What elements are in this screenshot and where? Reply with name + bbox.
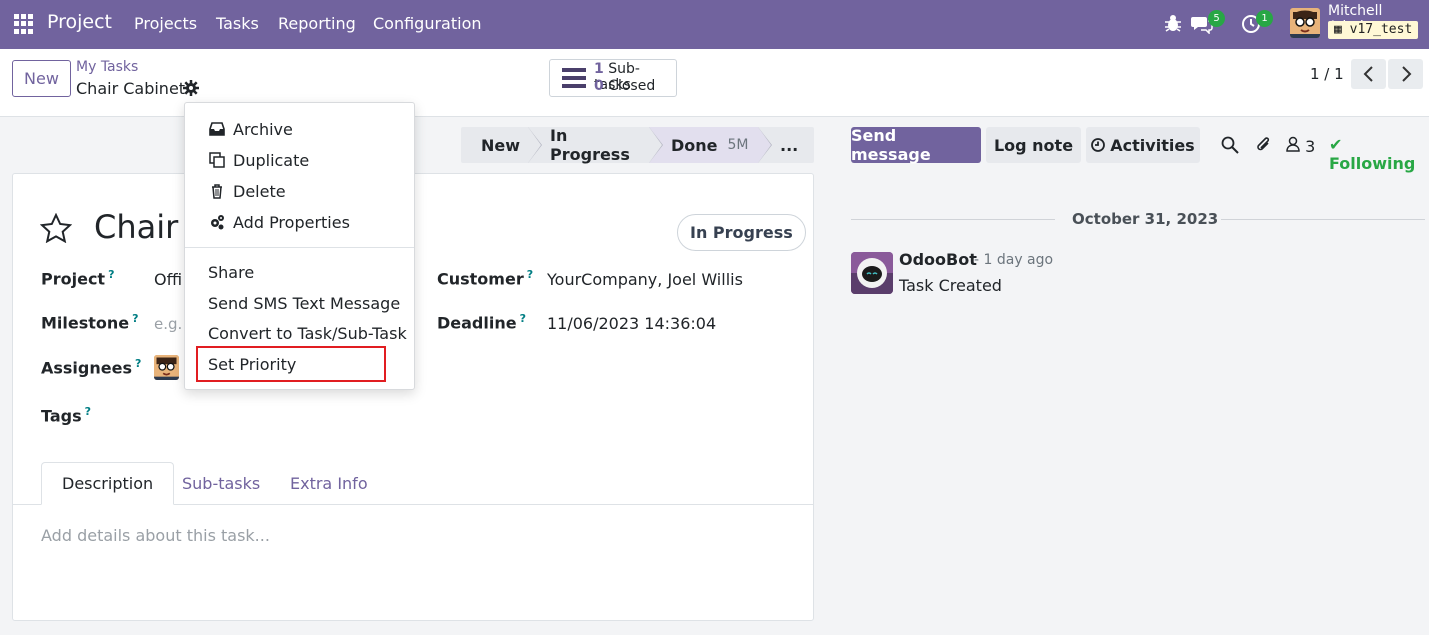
database-icon: ▦ — [1334, 22, 1342, 37]
search-icon[interactable] — [1221, 136, 1239, 154]
stage-new[interactable]: New — [461, 127, 542, 163]
stage-done[interactable]: Done 5M — [649, 127, 772, 163]
paperclip-icon[interactable] — [1255, 136, 1273, 154]
pager-next-button[interactable] — [1388, 59, 1423, 89]
stage-in-progress[interactable]: In Progress — [528, 126, 663, 164]
message-author[interactable]: OdooBot — [899, 250, 977, 269]
tab-extra-info[interactable]: Extra Info — [270, 462, 388, 505]
project-field[interactable]: Offi — [154, 270, 182, 289]
top-navbar: Project Projects Tasks Reporting Configu… — [0, 0, 1429, 49]
message-time: - 1 day ago — [974, 252, 1054, 268]
archive-icon — [209, 122, 225, 136]
menu-projects[interactable]: Projects — [134, 14, 197, 33]
menu-item-label: Convert to Task/Sub-Task — [208, 323, 407, 343]
followers-button[interactable]: 3 — [1286, 136, 1315, 156]
menu-item-delete[interactable]: Delete — [185, 176, 414, 206]
milestone-label: Milestone? — [41, 312, 139, 333]
breadcrumb-my-tasks[interactable]: My Tasks — [76, 59, 138, 75]
activities-label: Activities — [1110, 135, 1195, 155]
apps-grid-icon[interactable] — [14, 14, 34, 34]
trash-icon — [212, 184, 222, 199]
chevron-right-icon — [1401, 66, 1411, 82]
messages-badge: 5 — [1208, 10, 1225, 27]
cogs-icon — [211, 215, 224, 230]
menu-divider — [185, 247, 414, 248]
milestone-field[interactable]: e.g. — [154, 315, 182, 333]
menu-tasks[interactable]: Tasks — [216, 14, 259, 33]
menu-item-share[interactable]: Share — [185, 257, 414, 287]
date-divider-left — [851, 219, 1055, 220]
bug-icon[interactable] — [1162, 12, 1184, 34]
new-button[interactable]: New — [12, 60, 71, 97]
send-message-button[interactable]: Send message — [851, 126, 981, 164]
breadcrumb-current: Chair Cabinet — [76, 79, 186, 98]
activities-badge: 1 — [1256, 10, 1273, 27]
app-brand[interactable]: Project — [47, 11, 112, 33]
stage-duration: 5M — [727, 137, 749, 153]
message-date: October 31, 2023 — [1072, 210, 1219, 228]
assignee-avatar[interactable] — [154, 355, 179, 380]
check-icon: ✔ — [1329, 135, 1343, 154]
clock-icon — [1091, 138, 1106, 152]
highlight-set-priority — [196, 346, 386, 382]
tab-description[interactable]: Description — [41, 462, 175, 505]
gear-icon[interactable] — [183, 80, 199, 96]
menu-item-label: Share — [208, 262, 255, 282]
stage-statusbar: New In Progress Done 5M ... — [461, 126, 814, 164]
tab-sub-tasks[interactable]: Sub-tasks — [162, 462, 280, 505]
description-editor[interactable]: Add details about this task... — [41, 526, 270, 545]
pager-value[interactable]: 1 / 1 — [1310, 65, 1344, 83]
database-badge: ▦ v17_test — [1328, 21, 1419, 39]
menu-item-label: Duplicate — [233, 150, 310, 170]
date-divider-right — [1221, 219, 1425, 220]
assignees-label: Assignees? — [41, 357, 142, 378]
deadline-label: Deadline? — [437, 312, 526, 333]
menu-item-add-properties[interactable]: Add Properties — [185, 207, 414, 237]
tags-label: Tags? — [41, 405, 92, 426]
following-label: Following — [1329, 154, 1416, 173]
menu-reporting[interactable]: Reporting — [278, 14, 356, 33]
deadline-field[interactable]: 11/06/2023 14:36:04 — [547, 314, 716, 333]
odoobot-avatar[interactable] — [851, 252, 893, 294]
copy-icon — [209, 152, 225, 168]
menu-item-send-sms[interactable]: Send SMS Text Message — [185, 288, 414, 318]
menu-item-duplicate[interactable]: Duplicate — [185, 145, 414, 175]
state-selector[interactable]: In Progress — [677, 214, 806, 251]
project-label: Project? — [41, 268, 115, 289]
menu-item-label: Archive — [233, 119, 293, 139]
subtasks-smart-button[interactable]: 1 Sub-tasks 0 Closed — [549, 59, 677, 97]
menu-item-archive[interactable]: Archive — [185, 114, 414, 144]
menu-configuration[interactable]: Configuration — [373, 14, 482, 33]
star-icon[interactable] — [40, 213, 72, 243]
menu-item-label: Delete — [233, 181, 286, 201]
following-button[interactable]: ✔ Following — [1329, 135, 1429, 173]
pager-previous-button[interactable] — [1351, 59, 1386, 89]
customer-field[interactable]: YourCompany, Joel Willis — [547, 270, 743, 289]
customer-label: Customer? — [437, 268, 534, 289]
menu-item-label: Add Properties — [233, 212, 350, 232]
closed-count-line: 0 Closed — [594, 78, 656, 94]
database-name: v17_test — [1349, 22, 1413, 37]
chevron-left-icon — [1363, 66, 1373, 82]
activities-button[interactable]: Activities — [1086, 127, 1200, 163]
tasks-list-icon — [562, 68, 586, 88]
message-body: Task Created — [899, 276, 1002, 295]
menu-item-label: Send SMS Text Message — [208, 293, 401, 313]
log-note-button[interactable]: Log note — [986, 127, 1081, 163]
menu-item-convert-task[interactable]: Convert to Task/Sub-Task — [185, 318, 414, 348]
user-avatar[interactable] — [1290, 8, 1320, 38]
user-icon — [1286, 136, 1300, 152]
followers-count: 3 — [1305, 137, 1316, 156]
